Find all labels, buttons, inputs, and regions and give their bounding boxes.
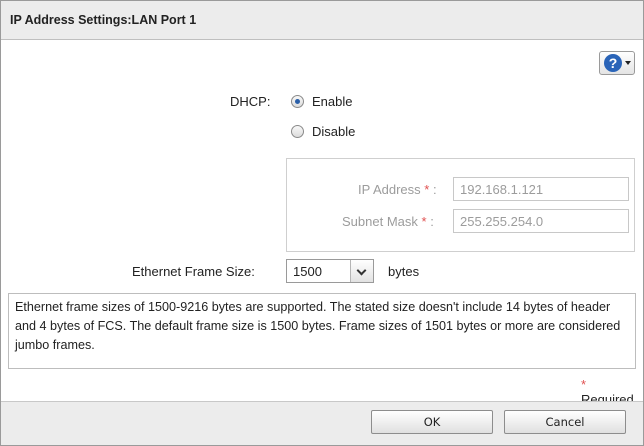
ip-address-label: IP Address * : — [358, 182, 437, 197]
dhcp-label: DHCP: — [230, 94, 271, 109]
static-ip-group — [286, 158, 635, 252]
cancel-button[interactable]: Cancel — [504, 410, 626, 434]
frame-size-label: Ethernet Frame Size: — [132, 264, 255, 279]
chevron-down-icon — [625, 61, 631, 65]
ip-address-input[interactable]: 192.168.1.121 — [453, 177, 629, 201]
ok-button[interactable]: OK — [371, 410, 493, 434]
chevron-down-icon[interactable] — [350, 260, 373, 282]
frame-size-info: Ethernet frame sizes of 1500-9216 bytes … — [8, 293, 636, 369]
dialog-title: IP Address Settings:LAN Port 1 — [10, 13, 197, 27]
dhcp-disable-radio[interactable] — [291, 125, 304, 138]
dhcp-enable-label[interactable]: Enable — [312, 94, 352, 109]
help-icon: ? — [604, 54, 622, 72]
frame-size-value: 1500 — [293, 264, 322, 279]
ip-settings-dialog: IP Address Settings:LAN Port 1 ? DHCP: E… — [0, 0, 644, 446]
frame-size-select[interactable]: 1500 — [286, 259, 374, 283]
help-button[interactable]: ? — [599, 51, 635, 75]
dialog-titlebar: IP Address Settings:LAN Port 1 — [1, 1, 643, 40]
dhcp-enable-radio[interactable] — [291, 95, 304, 108]
subnet-mask-label: Subnet Mask * : — [342, 214, 434, 229]
dhcp-disable-label[interactable]: Disable — [312, 124, 355, 139]
frame-size-unit: bytes — [388, 264, 420, 279]
dialog-footer: OK Cancel — [1, 401, 643, 445]
subnet-mask-input[interactable]: 255.255.254.0 — [453, 209, 629, 233]
